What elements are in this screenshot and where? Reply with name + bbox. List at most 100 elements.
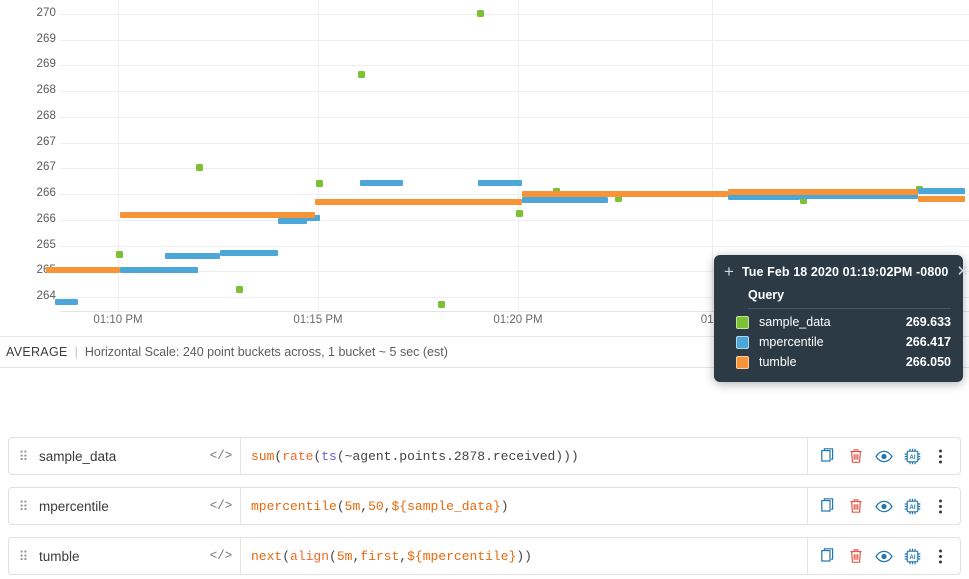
tooltip-header: + Tue Feb 18 2020 01:19:02PM -0800 ✕ bbox=[714, 263, 969, 280]
tooltip-series-row: tumble 266.050 bbox=[714, 352, 963, 372]
data-point bbox=[316, 180, 323, 187]
drag-handle-icon[interactable]: ⠿ bbox=[9, 450, 39, 463]
plus-icon[interactable]: + bbox=[724, 263, 734, 280]
code-toggle-icon[interactable]: </> bbox=[202, 449, 240, 463]
x-axis-tick: 01:15 PM bbox=[293, 314, 343, 326]
y-axis-tick: 264 bbox=[36, 290, 56, 302]
grid-line-horizontal bbox=[60, 65, 969, 66]
y-axis-labels: 270269269268268267267266266265265264 bbox=[0, 0, 56, 311]
svg-text:AI: AI bbox=[909, 504, 915, 511]
series-segment bbox=[918, 196, 965, 202]
grid-line-vertical bbox=[518, 0, 519, 311]
query-expression-input[interactable]: mpercentile(5m, 50, ${sample_data}) bbox=[241, 488, 808, 524]
svg-text:AI: AI bbox=[909, 554, 915, 561]
eye-icon[interactable] bbox=[872, 444, 896, 468]
grid-line-horizontal bbox=[60, 40, 969, 41]
series-segment bbox=[522, 191, 728, 197]
query-row-actions: AI bbox=[808, 438, 960, 474]
y-axis-tick: 268 bbox=[36, 110, 56, 122]
query-row-actions: AI bbox=[808, 488, 960, 524]
x-axis-tick: 01:20 PM bbox=[493, 314, 543, 326]
query-name: mpercentile bbox=[39, 498, 109, 514]
grid-line-horizontal bbox=[60, 246, 969, 247]
series-segment bbox=[522, 197, 608, 203]
copy-icon[interactable] bbox=[816, 444, 840, 468]
series-name: sample_data bbox=[759, 315, 831, 329]
drag-handle-icon[interactable]: ⠿ bbox=[9, 500, 39, 513]
series-segment bbox=[120, 212, 315, 218]
more-vertical-icon[interactable] bbox=[928, 494, 952, 518]
trash-icon[interactable] bbox=[844, 444, 868, 468]
ai-chip-icon[interactable]: AI bbox=[900, 494, 924, 518]
data-point bbox=[116, 251, 123, 258]
aggregation-label: AVERAGE bbox=[6, 345, 68, 359]
y-axis-tick: 269 bbox=[36, 58, 56, 70]
trash-icon[interactable] bbox=[844, 544, 868, 568]
grid-line-vertical bbox=[118, 0, 119, 311]
tooltip-series-row: mpercentile 266.417 bbox=[714, 332, 963, 352]
series-value: 269.633 bbox=[905, 315, 951, 329]
query-row[interactable]: ⠿ mpercentile </> mpercentile(5m, 50, ${sam… bbox=[8, 487, 961, 525]
query-row-actions: AI bbox=[808, 538, 960, 574]
series-color-swatch bbox=[736, 355, 749, 369]
chart-tooltip[interactable]: + Tue Feb 18 2020 01:19:02PM -0800 ✕ Que… bbox=[714, 255, 969, 382]
trash-icon[interactable] bbox=[844, 494, 868, 518]
code-toggle-icon[interactable]: </> bbox=[202, 499, 240, 513]
eye-icon[interactable] bbox=[872, 494, 896, 518]
query-name-cell: ⠿ sample_data </> bbox=[9, 438, 241, 474]
data-point bbox=[196, 164, 203, 171]
status-separator: | bbox=[74, 345, 78, 359]
ai-chip-icon[interactable]: AI bbox=[900, 444, 924, 468]
copy-icon[interactable] bbox=[816, 494, 840, 518]
series-color-swatch bbox=[736, 335, 749, 349]
query-name-cell: ⠿ mpercentile </> bbox=[9, 488, 241, 524]
y-axis-tick: 267 bbox=[36, 136, 56, 148]
series-segment bbox=[220, 250, 278, 256]
y-axis-tick: 266 bbox=[36, 213, 56, 225]
eye-icon[interactable] bbox=[872, 544, 896, 568]
series-value: 266.050 bbox=[905, 355, 951, 369]
wavefront-chart-editor: 270269269268268267267266266265265264 01:… bbox=[0, 0, 969, 579]
ai-chip-icon[interactable]: AI bbox=[900, 544, 924, 568]
series-name: mpercentile bbox=[759, 335, 824, 349]
horizontal-scale-label: Horizontal Scale: 240 point buckets acro… bbox=[84, 345, 448, 359]
code-toggle-icon[interactable]: </> bbox=[202, 549, 240, 563]
series-segment bbox=[478, 180, 522, 186]
series-segment bbox=[315, 199, 522, 205]
grid-line-vertical bbox=[712, 0, 713, 311]
grid-line-horizontal bbox=[60, 143, 969, 144]
series-name: tumble bbox=[759, 355, 797, 369]
tooltip-series-list: sample_data 269.633 mpercentile 266.417 tumb… bbox=[714, 312, 963, 372]
data-point bbox=[358, 71, 365, 78]
more-vertical-icon[interactable] bbox=[928, 444, 952, 468]
y-axis-tick: 265 bbox=[36, 239, 56, 251]
query-expression-input[interactable]: sum(rate(ts (~agent.points.2878.received)… bbox=[241, 438, 808, 474]
copy-icon[interactable] bbox=[816, 544, 840, 568]
grid-line-horizontal bbox=[60, 117, 969, 118]
query-name: sample_data bbox=[39, 448, 117, 464]
series-segment bbox=[46, 267, 120, 273]
grid-line-horizontal bbox=[60, 91, 969, 92]
grid-line-horizontal bbox=[60, 14, 969, 15]
tooltip-timestamp: Tue Feb 18 2020 01:19:02PM -0800 bbox=[741, 265, 949, 279]
series-segment bbox=[360, 180, 403, 186]
series-segment bbox=[918, 188, 965, 194]
series-segment bbox=[55, 299, 78, 305]
y-axis-tick: 268 bbox=[36, 84, 56, 96]
series-segment bbox=[728, 189, 918, 195]
tooltip-section-label: Query bbox=[748, 288, 785, 302]
data-point bbox=[477, 10, 484, 17]
drag-handle-icon[interactable]: ⠿ bbox=[9, 550, 39, 563]
tooltip-series-row: sample_data 269.633 bbox=[714, 312, 963, 332]
editor-tab-row: POINT PLOT ▾ DataFormatAxisLegendDrilldo… bbox=[0, 383, 969, 428]
query-row[interactable]: ⠿ sample_data </> sum(rate(ts (~agent.points… bbox=[8, 437, 961, 475]
query-row[interactable]: ⠿ tumble </> next(align(5m, first, ${mperce… bbox=[8, 537, 961, 575]
close-icon[interactable]: ✕ bbox=[957, 264, 969, 279]
query-name: tumble bbox=[39, 548, 80, 564]
svg-text:AI: AI bbox=[909, 454, 915, 461]
series-segment bbox=[160, 267, 196, 273]
y-axis-tick: 266 bbox=[36, 187, 56, 199]
query-expression-input[interactable]: next(align(5m, first, ${mpercentile})) bbox=[241, 538, 808, 574]
data-point bbox=[236, 286, 243, 293]
more-vertical-icon[interactable] bbox=[928, 544, 952, 568]
